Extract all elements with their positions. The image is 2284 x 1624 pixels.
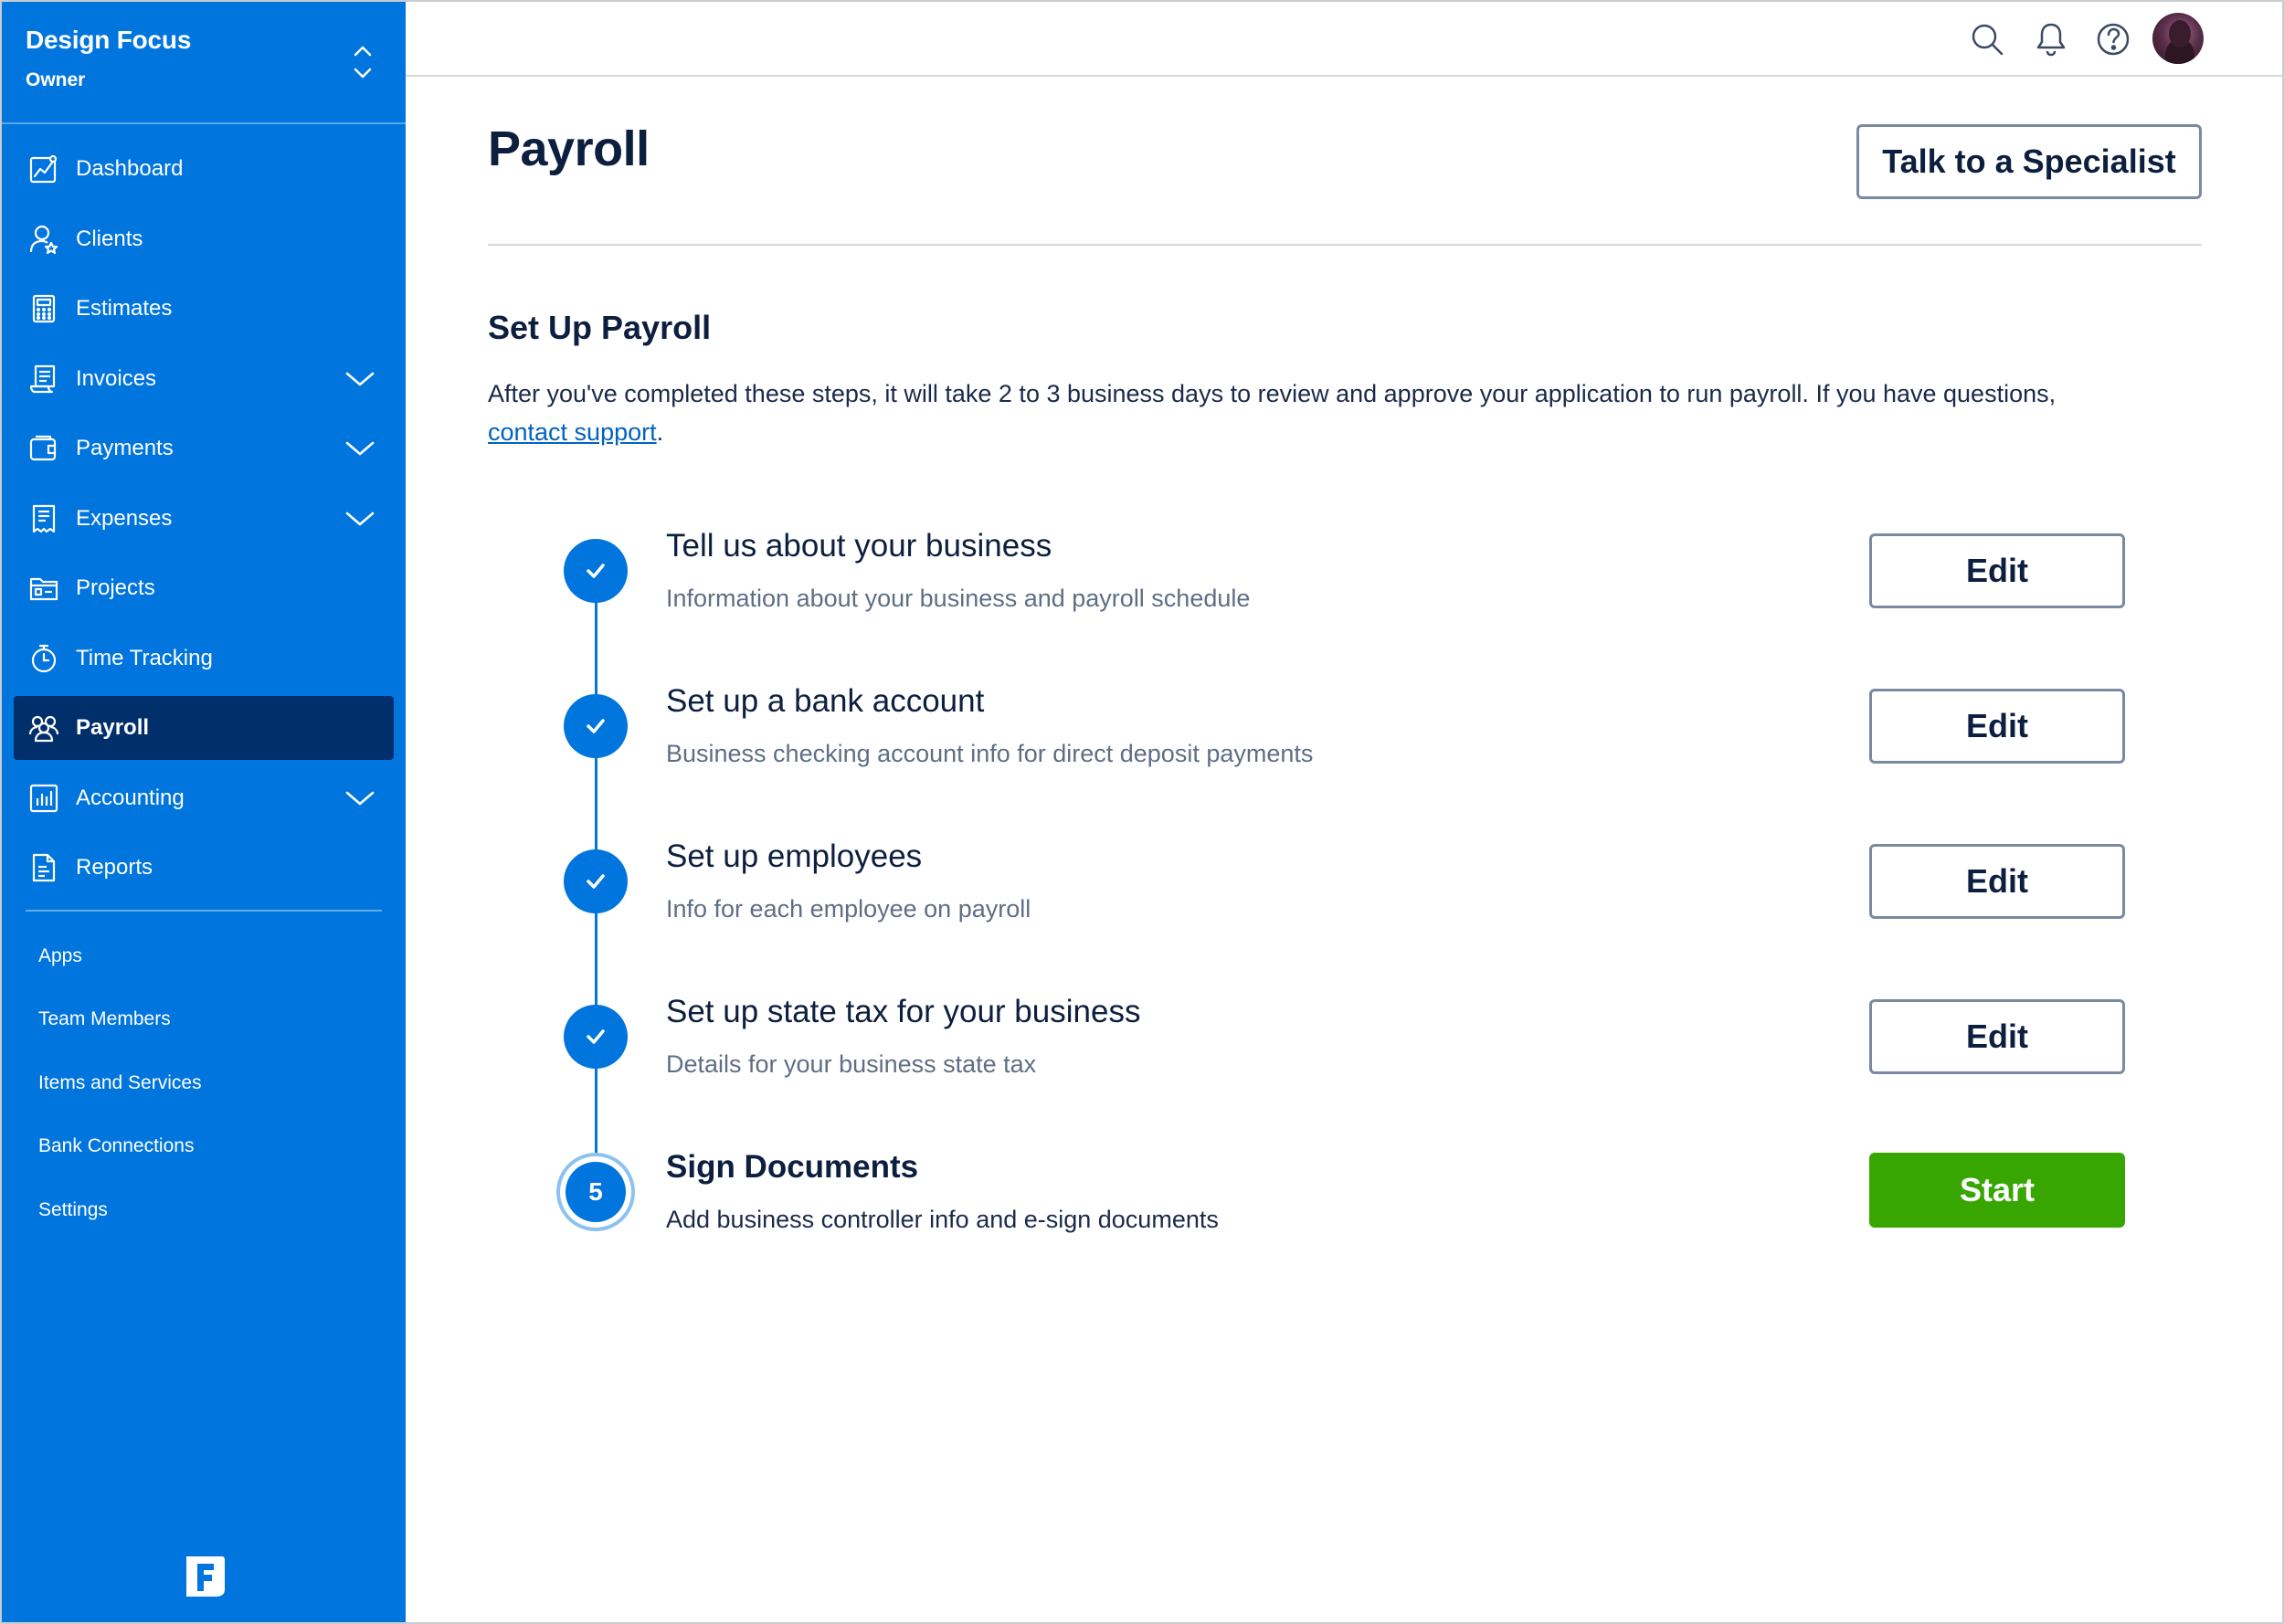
top-bar [406, 2, 2282, 77]
sidebar-item-dashboard[interactable]: Dashboard [14, 137, 394, 201]
step-title: Set up state tax for your business [666, 994, 1141, 1029]
edit-business-button[interactable]: Edit [1869, 533, 2125, 608]
search-icon[interactable] [1968, 20, 2006, 58]
sidebar-item-time-tracking[interactable]: Time Tracking [14, 627, 394, 691]
checkmark-icon [587, 1029, 605, 1044]
chevron-down-icon[interactable] [344, 509, 375, 529]
account-switcher[interactable]: Design Focus Owner [2, 2, 406, 124]
step-description: Info for each employee on payroll [666, 895, 1031, 923]
chevron-up-down-icon[interactable] [351, 42, 375, 82]
sidebar-item-label: Reports [76, 855, 153, 880]
sidebar-link-apps[interactable]: Apps [2, 924, 406, 988]
edit-bank-account-button[interactable]: Edit [1869, 689, 2125, 764]
bell-icon[interactable] [2032, 20, 2070, 58]
chevron-down-icon[interactable] [344, 438, 375, 459]
sidebar-item-label: Clients [76, 226, 143, 251]
people-icon [28, 715, 59, 743]
sidebar-item-invoices[interactable]: Invoices [14, 347, 394, 411]
edit-state-tax-button[interactable]: Edit [1869, 999, 2125, 1074]
page-title: Payroll [488, 121, 650, 176]
sidebar-link-team-members[interactable]: Team Members [2, 988, 406, 1052]
step-title: Tell us about your business [666, 528, 1052, 564]
contact-support-link[interactable]: contact support [488, 418, 657, 446]
section-title: Set Up Payroll [488, 309, 712, 346]
checkmark-icon [587, 719, 605, 733]
sidebar-link-items-and-services[interactable]: Items and Services [2, 1051, 406, 1115]
brand-logo-icon[interactable] [181, 1553, 228, 1600]
sidebar-item-label: Estimates [76, 296, 173, 321]
intro-period: . [656, 418, 664, 446]
sidebar-item-label: Accounting [76, 785, 185, 810]
wallet-icon [29, 435, 57, 461]
sidebar-item-payroll[interactable]: Payroll [14, 696, 394, 760]
step-complete-indicator [564, 1005, 628, 1069]
help-icon[interactable] [2094, 20, 2132, 58]
step-description: Information about your business and payr… [666, 585, 1251, 612]
intro-text: After you've completed these steps, it w… [488, 374, 2205, 451]
talk-to-specialist-button[interactable]: Talk to a Specialist [1856, 124, 2202, 199]
step-complete-indicator [564, 539, 628, 603]
sidebar-item-label: Projects [76, 575, 155, 600]
step-complete-indicator [564, 694, 628, 758]
chart-icon [29, 154, 58, 184]
chevron-down-icon[interactable] [344, 788, 375, 808]
sidebar-item-label: Expenses [76, 505, 173, 531]
avatar[interactable] [2152, 13, 2204, 64]
sidebar-item-label: Time Tracking [76, 645, 213, 670]
sidebar-link-bank-connections[interactable]: Bank Connections [2, 1115, 406, 1179]
chevron-down-icon[interactable] [344, 369, 375, 389]
sidebar: Design Focus Owner Dashboard Clients Est… [2, 2, 406, 1622]
sidebar-item-payments[interactable]: Payments [14, 417, 394, 480]
stopwatch-icon [31, 644, 57, 672]
intro-body: After you've completed these steps, it w… [488, 380, 2057, 407]
receipt-icon [32, 504, 56, 533]
calculator-icon [32, 294, 56, 323]
start-sign-documents-button[interactable]: Start [1869, 1153, 2125, 1228]
sidebar-item-label: Dashboard [76, 156, 184, 181]
sidebar-item-label: Payments [76, 436, 174, 460]
step-current-indicator: 5 [556, 1153, 635, 1231]
sidebar-divider [26, 910, 382, 912]
sidebar-secondary-nav: Apps Team Members Items and Services Ban… [2, 924, 406, 1242]
sidebar-nav: Dashboard Clients Estimates Invoices Pay… [2, 137, 406, 906]
step-complete-indicator [564, 849, 628, 913]
account-role: Owner [26, 69, 86, 90]
sidebar-link-settings[interactable]: Settings [2, 1178, 406, 1242]
sidebar-item-accounting[interactable]: Accounting [14, 766, 394, 830]
edit-employees-button[interactable]: Edit [1869, 844, 2125, 919]
sidebar-item-label: Payroll [76, 715, 150, 740]
invoice-icon [29, 364, 56, 393]
step-description: Add business controller info and e-sign … [666, 1206, 1219, 1233]
user-star-icon [29, 225, 58, 254]
checkmark-icon [587, 874, 605, 889]
step-number: 5 [566, 1162, 626, 1222]
step-title: Sign Documents [666, 1149, 919, 1185]
sidebar-item-expenses[interactable]: Expenses [14, 487, 394, 551]
sidebar-item-projects[interactable]: Projects [14, 556, 394, 620]
bar-chart-icon [29, 784, 58, 812]
sidebar-item-clients[interactable]: Clients [14, 207, 394, 271]
step-title: Set up employees [666, 838, 923, 874]
account-name: Design Focus [26, 26, 192, 54]
sidebar-item-estimates[interactable]: Estimates [14, 277, 394, 341]
sidebar-item-label: Invoices [76, 365, 157, 391]
report-icon [32, 853, 56, 882]
checkmark-icon [587, 564, 605, 578]
step-description: Business checking account info for direc… [666, 740, 1314, 767]
sidebar-item-reports[interactable]: Reports [14, 836, 394, 900]
step-title: Set up a bank account [666, 683, 985, 719]
step-description: Details for your business state tax [666, 1050, 1037, 1078]
title-divider [488, 244, 2202, 246]
folder-icon [29, 577, 58, 601]
